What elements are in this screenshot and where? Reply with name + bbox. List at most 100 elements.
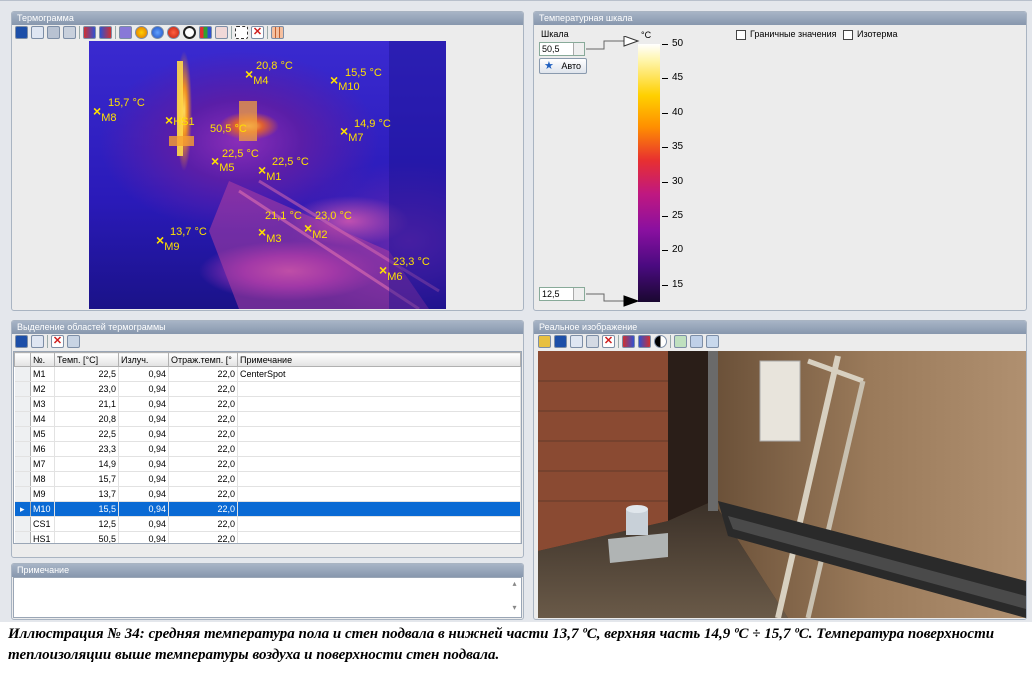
marker-m3[interactable]: ×M3	[258, 224, 281, 245]
marker-cross-icon: ×	[258, 224, 267, 240]
row-header[interactable]	[14, 471, 31, 487]
cell-emissivity: 0,94	[118, 456, 169, 472]
delete-icon[interactable]: ✕	[251, 26, 264, 39]
table-row[interactable]: M6 23,3 0,94 22,0	[14, 441, 521, 457]
cell-temp: 23,0	[54, 381, 119, 397]
marker-cross-icon: ×	[379, 262, 388, 278]
open-icon[interactable]	[538, 335, 551, 348]
palette-icon[interactable]	[622, 335, 635, 348]
export-icon[interactable]	[47, 26, 60, 39]
table-row[interactable]: ▸ M10 15,5 0,94 22,0	[14, 501, 521, 517]
auto-button[interactable]: ★ Авто	[539, 58, 587, 74]
scale-max-input[interactable]: 50,5	[539, 42, 585, 56]
hot-spot-icon[interactable]	[135, 26, 148, 39]
paste-icon[interactable]	[586, 335, 599, 348]
scale-tick	[662, 216, 668, 217]
palette2-icon[interactable]	[638, 335, 651, 348]
spot-icon[interactable]	[167, 26, 180, 39]
marker-hs1[interactable]: ×HS1	[165, 113, 195, 128]
table-row[interactable]: M2 23,0 0,94 22,0	[14, 381, 521, 397]
row-header[interactable]	[14, 456, 31, 472]
row-header[interactable]	[14, 486, 31, 502]
cell-temp: 15,5	[54, 501, 119, 517]
tool-icon[interactable]	[67, 335, 80, 348]
scale-tick	[662, 44, 668, 45]
row-header[interactable]	[14, 516, 31, 532]
zoom-fit-icon[interactable]	[706, 335, 719, 348]
table-row[interactable]: M5 22,5 0,94 22,0	[14, 426, 521, 442]
marker-label: M6	[387, 271, 403, 283]
save-icon[interactable]	[554, 335, 567, 348]
zoom-in-icon[interactable]	[674, 335, 687, 348]
note-textarea[interactable]	[13, 577, 522, 618]
scale-tick	[662, 182, 668, 183]
marker-m2[interactable]: ×M2	[304, 221, 327, 241]
histogram-icon[interactable]	[199, 26, 212, 39]
table-row[interactable]: HS1 50,5 0,94 22,0	[14, 531, 521, 543]
cold-spot-icon[interactable]	[151, 26, 164, 39]
select-area-icon[interactable]	[235, 26, 248, 39]
cell-id: M5	[30, 426, 55, 442]
cell-reflected-temp: 22,0	[168, 396, 238, 412]
isotherm-checkbox-box[interactable]	[843, 29, 853, 40]
cell-id: HS1	[30, 531, 55, 543]
cell-id: M7	[30, 456, 55, 472]
delete-icon[interactable]: ✕	[51, 335, 64, 348]
palette2-icon[interactable]	[99, 26, 112, 39]
col-note[interactable]: Примечание	[237, 352, 521, 367]
note-scrollbar[interactable]: ▴ ▾	[508, 578, 521, 617]
copy-icon[interactable]	[570, 335, 583, 348]
col-number[interactable]: №.	[30, 352, 55, 367]
scale-tick	[662, 285, 668, 286]
palette-icon[interactable]	[83, 26, 96, 39]
cell-reflected-temp: 22,0	[168, 456, 238, 472]
table-row[interactable]: M8 15,7 0,94 22,0	[14, 471, 521, 487]
row-header[interactable]: ▸	[14, 501, 31, 517]
note-panel-title: Примечание	[12, 564, 523, 577]
scale-tick-label: 25	[672, 210, 684, 221]
row-header[interactable]	[14, 366, 31, 382]
table-row[interactable]: M7 14,9 0,94 22,0	[14, 456, 521, 472]
marker-cross-icon: ×	[245, 66, 254, 82]
table-row[interactable]: M3 21,1 0,94 22,0	[14, 396, 521, 412]
boundary-values-checkbox[interactable]: Граничные значения	[736, 29, 836, 40]
marker-label: M1	[266, 171, 282, 183]
isotherm-checkbox[interactable]: Изотерма	[843, 29, 898, 40]
marker-temp-m8: 15,7 °C	[108, 97, 145, 109]
row-header[interactable]	[14, 411, 31, 427]
marker-label: M10	[338, 81, 360, 93]
print-icon[interactable]	[63, 26, 76, 39]
marker-label: M8	[101, 112, 117, 124]
col-temp[interactable]: Темп. [°C]	[54, 352, 119, 367]
row-header[interactable]	[14, 531, 31, 543]
scale-min-input[interactable]: 12,5	[539, 287, 585, 301]
regions-panel-title: Выделение областей термограммы	[12, 321, 523, 334]
row-header[interactable]	[14, 426, 31, 442]
marker-temp-m2: 23,0 °C	[315, 210, 352, 222]
disable-icon[interactable]	[183, 26, 196, 39]
min-handle-icon	[623, 295, 640, 307]
grid-icon[interactable]	[271, 26, 284, 39]
table-row[interactable]: M1 22,5 0,94 22,0 CenterSpot	[14, 366, 521, 382]
thermometer-icon[interactable]	[119, 26, 132, 39]
real-image-panel-title: Реальное изображение	[534, 321, 1026, 334]
row-header[interactable]	[14, 396, 31, 412]
col-emissivity[interactable]: Излуч.	[118, 352, 169, 367]
contrast-icon[interactable]	[654, 335, 667, 348]
save-icon[interactable]	[15, 26, 28, 39]
copy-icon[interactable]	[31, 26, 44, 39]
marker-temp-m7: 14,9 °C	[354, 118, 391, 130]
zoom-out-icon[interactable]	[690, 335, 703, 348]
table-row[interactable]: M4 20,8 0,94 22,0	[14, 411, 521, 427]
delete-icon[interactable]: ✕	[602, 335, 615, 348]
copy-icon[interactable]	[31, 335, 44, 348]
table-row[interactable]: M9 13,7 0,94 22,0	[14, 486, 521, 502]
table-row[interactable]: CS1 12,5 0,94 22,0	[14, 516, 521, 532]
boundary-checkbox-box[interactable]	[736, 29, 746, 40]
row-header[interactable]	[14, 441, 31, 457]
col-reflected-temp[interactable]: Отраж.темп. [°	[168, 352, 238, 367]
real-photo	[538, 351, 1026, 618]
profile-icon[interactable]	[215, 26, 228, 39]
row-header[interactable]	[14, 381, 31, 397]
save-icon[interactable]	[15, 335, 28, 348]
